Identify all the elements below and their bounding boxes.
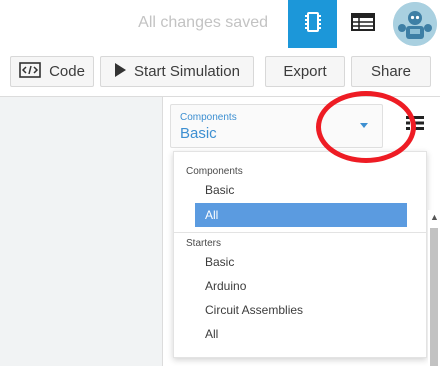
dropdown-option-starters-arduino[interactable]: Arduino — [195, 274, 407, 298]
start-simulation-button[interactable]: Start Simulation — [100, 56, 254, 87]
dropdown-option-components-all[interactable]: All — [195, 203, 407, 227]
workplane-canvas[interactable] — [0, 97, 163, 366]
scroll-up-icon[interactable]: ▲ — [430, 212, 439, 222]
dropdown-option-starters-basic[interactable]: Basic — [195, 250, 407, 274]
share-button[interactable]: Share — [351, 56, 431, 87]
play-icon — [114, 62, 127, 81]
components-select-value: Basic — [180, 125, 217, 142]
table-icon — [351, 12, 375, 36]
code-button[interactable]: Code — [10, 56, 94, 87]
share-label: Share — [370, 63, 412, 80]
red-annotation-circle — [316, 91, 416, 163]
dropdown-option-starters-all[interactable]: All — [195, 322, 407, 346]
components-list-button[interactable] — [337, 0, 389, 48]
circuit-view-button[interactable] — [288, 0, 337, 48]
dropdown-option-starters-circuit-assemblies[interactable]: Circuit Assemblies — [195, 298, 407, 322]
dropdown-divider — [174, 232, 426, 233]
dropdown-group-label: Starters — [186, 238, 222, 249]
code-label: Code — [49, 63, 85, 80]
save-status: All changes saved — [138, 14, 268, 31]
start-simulation-label: Start Simulation — [134, 63, 240, 80]
editor-toolbar: Code Start Simulation Export Share — [0, 48, 440, 97]
panel-scrollbar[interactable]: ▲ — [428, 210, 440, 366]
dropdown-group-label: Components — [186, 166, 243, 177]
scrollbar-thumb[interactable] — [430, 228, 438, 366]
user-menu-button[interactable] — [389, 0, 440, 48]
code-icon — [19, 61, 41, 82]
breadboard-icon — [303, 11, 323, 38]
export-label: Export — [283, 63, 327, 80]
components-dropdown-menu: Components Basic All Starters Basic Ardu… — [173, 151, 427, 358]
export-button[interactable]: Export — [265, 56, 345, 87]
user-avatar-icon — [392, 2, 437, 46]
components-select-caption: Components — [180, 112, 237, 123]
dropdown-option-components-basic[interactable]: Basic — [195, 178, 407, 202]
top-bar: All changes saved — [0, 0, 440, 49]
